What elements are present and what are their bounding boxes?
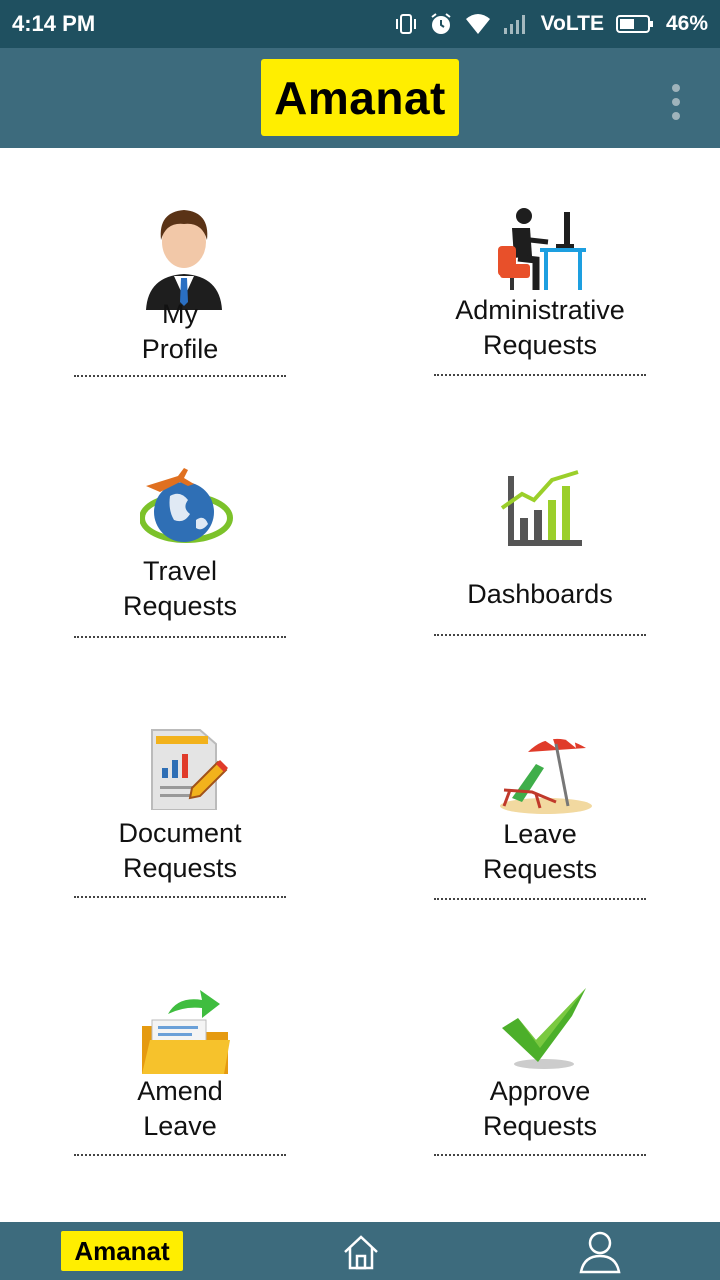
tile-amend-leave[interactable]: Amend Leave [74,984,286,1164]
tile-travel-requests[interactable]: Travel Requests [74,462,286,642]
person-icon[interactable] [578,1230,622,1274]
tile-label: My Profile [141,299,219,364]
vibrate-icon [395,12,417,36]
tile-label: Travel Requests [122,556,238,621]
airplane-globe-icon [139,462,236,563]
checkmark-icon [500,988,590,1075]
app-bar: Amanat [0,48,720,148]
more-vert-icon[interactable] [664,84,688,120]
bottom-logo-button[interactable]: Amanat [61,1231,183,1271]
document-chart-icon [148,726,228,815]
divider [74,896,286,898]
status-time: 4:14 PM [12,11,96,36]
divider [434,634,646,636]
divider [74,636,286,638]
divider [74,1154,286,1156]
tile-document-requests[interactable]: Document Requests [74,724,286,904]
tile-label: Dashboards [467,579,613,609]
status-bar: 4:14 PM VoLTE 46% [0,0,720,48]
folder-arrow-icon [138,986,232,1083]
status-icons: VoLTE 46% [395,8,708,40]
divider [434,898,646,900]
divider [74,375,286,377]
tile-label: Administrative Requests [455,295,625,360]
tile-approve-requests[interactable]: Approve Requests [434,984,646,1164]
tile-label: Document Requests [118,818,242,883]
alarm-icon [429,12,453,36]
battery-icon [615,14,654,34]
bottom-nav: Amanat [0,1222,720,1280]
divider [434,374,646,376]
tile-administrative-requests[interactable]: Administrative Requests [434,200,646,380]
tile-label: Approve Requests [482,1076,598,1141]
battery-percent: 46% [665,12,708,35]
network-label: VoLTE [540,12,604,35]
tile-my-profile[interactable]: My Profile [74,200,286,380]
app-logo: Amanat [261,59,459,136]
beach-chair-icon [496,730,592,819]
tile-leave-requests[interactable]: Leave Requests [434,724,646,904]
bar-chart-icon [498,466,584,555]
office-desk-icon [496,206,588,297]
home-icon[interactable] [342,1234,380,1270]
tile-dashboards[interactable]: Dashboards [434,462,646,642]
divider [434,1154,646,1156]
wifi-icon [465,13,491,35]
tile-label: Amend Leave [137,1076,223,1141]
signal-icon [503,13,529,35]
tile-label: Leave Requests [482,819,598,884]
